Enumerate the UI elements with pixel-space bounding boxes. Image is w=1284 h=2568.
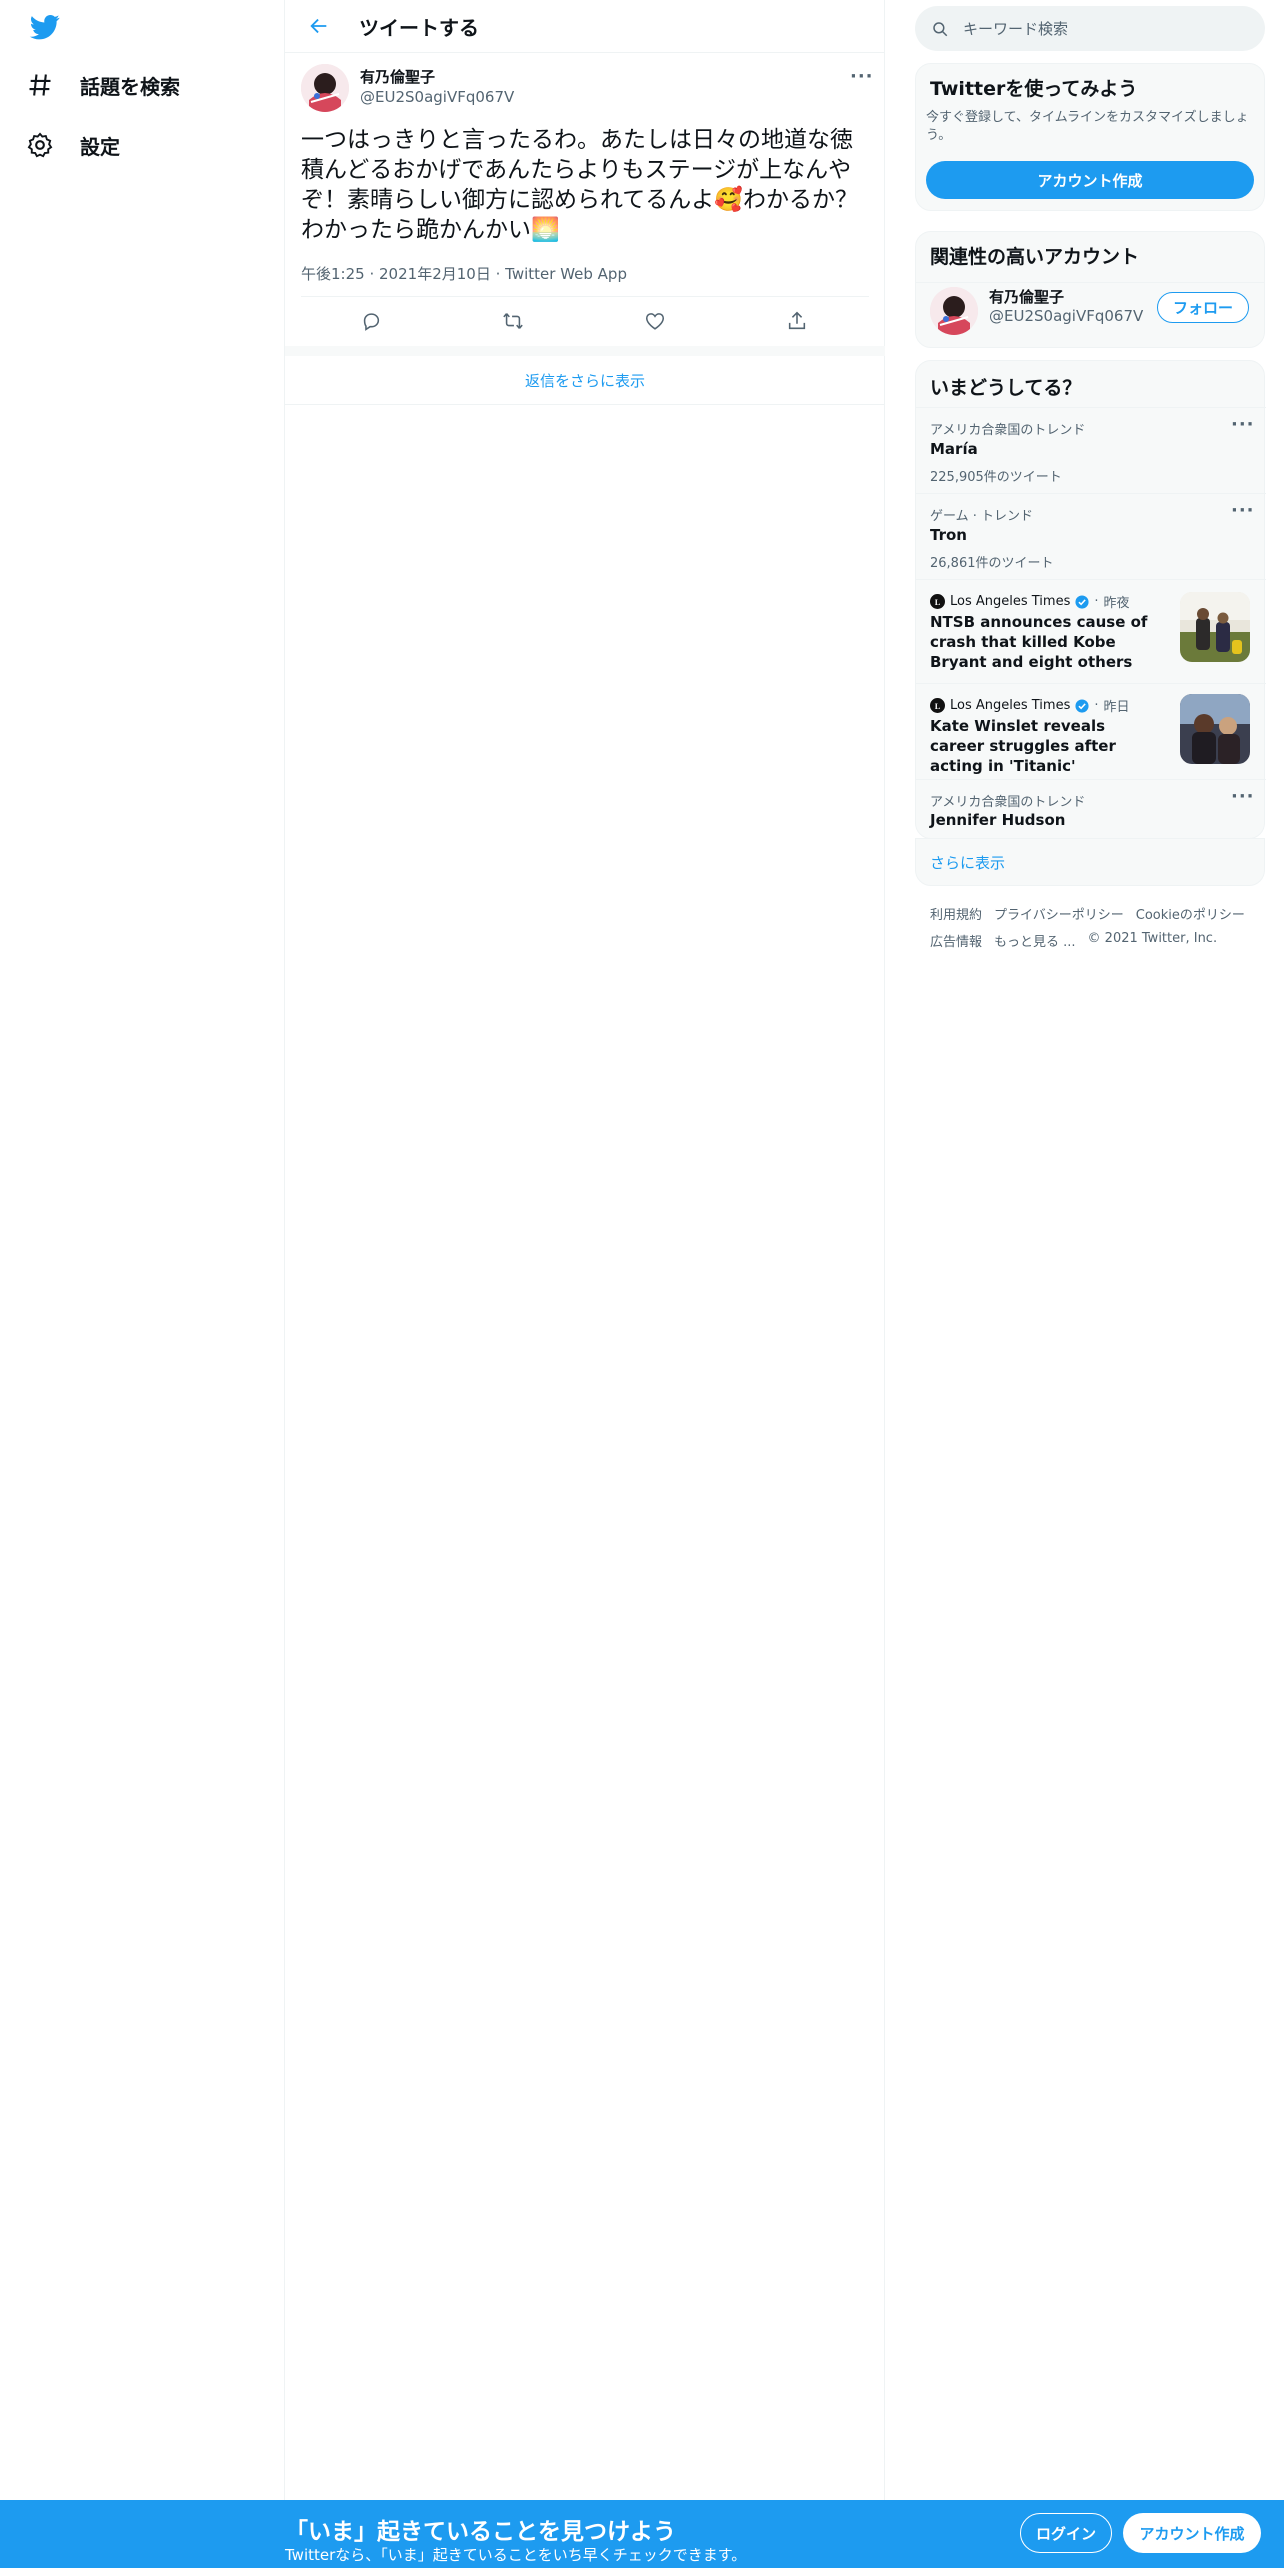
- svg-text:L: L: [935, 597, 941, 607]
- tweet-source[interactable]: Twitter Web App: [505, 265, 627, 283]
- lat-logo-icon: L: [930, 698, 945, 713]
- search-input[interactable]: キーワード検索: [915, 6, 1265, 51]
- avatar[interactable]: [301, 64, 349, 112]
- more-options-icon[interactable]: ···: [1231, 414, 1255, 435]
- tweet-time[interactable]: 午後1:25: [301, 265, 365, 283]
- lat-logo-icon: L: [930, 594, 945, 609]
- tweet-date[interactable]: 2021年2月10日: [379, 265, 491, 283]
- search-placeholder: キーワード検索: [963, 20, 1069, 38]
- follow-button[interactable]: フォロー: [1157, 292, 1249, 323]
- gear-icon: [27, 132, 53, 158]
- signup-card-title: Twitterを使ってみよう: [930, 78, 1138, 100]
- author-handle[interactable]: @EU2S0agiVFq067V: [360, 88, 514, 106]
- nav-explore-label: 話題を検索: [80, 74, 180, 99]
- news-source: Los Angeles Times: [950, 594, 1071, 609]
- reply-button[interactable]: [351, 301, 391, 341]
- trend-name: Jennifer Hudson: [930, 811, 1066, 829]
- retweet-icon: [503, 313, 523, 329]
- reply-icon: [363, 313, 380, 331]
- more-options-icon[interactable]: ···: [1231, 500, 1255, 521]
- nav-settings-label: 設定: [80, 134, 120, 159]
- create-account-button[interactable]: アカウント作成: [926, 161, 1254, 199]
- news-item[interactable]: L Los Angeles Times · 昨夜 NTSB announces …: [916, 579, 1266, 683]
- bottom-signup-bar: 「いま」起きていることを見つけよう Twitterなら、「いま」起きていることを…: [0, 2500, 1284, 2568]
- verified-icon: [1075, 698, 1089, 713]
- trends-title: いまどうしてる？: [930, 377, 1082, 399]
- footer-links: 利用規約 プライバシーポリシー Cookieのポリシー 広告情報 もっと見る .…: [930, 904, 1265, 950]
- trend-item[interactable]: アメリカ合衆国のトレンド María 225,905件のツイート ···: [916, 407, 1266, 493]
- trend-context: アメリカ合衆国のトレンド: [930, 795, 1086, 810]
- more-options-icon[interactable]: ···: [1231, 786, 1255, 807]
- footer-more[interactable]: もっと見る ...: [994, 931, 1076, 950]
- search-icon: [933, 21, 948, 36]
- bottom-bar-title: 「いま」起きていることを見つけよう: [285, 2519, 676, 2545]
- footer-terms[interactable]: 利用規約: [930, 904, 982, 923]
- related-accounts-card: 関連性の高いアカウント 有乃倫聖子 @EU2S0agiVFq067V フォロー: [915, 231, 1265, 348]
- verified-icon: [1075, 594, 1089, 609]
- back-button[interactable]: [301, 8, 337, 44]
- news-thumbnail: [1180, 694, 1250, 764]
- author-name[interactable]: 有乃倫聖子: [360, 66, 435, 87]
- news-source-row: L Los Angeles Times · 昨日: [930, 696, 1130, 715]
- news-item[interactable]: L Los Angeles Times · 昨日 Kate Winslet re…: [916, 683, 1266, 779]
- footer-cookie[interactable]: Cookieのポリシー: [1136, 904, 1245, 923]
- related-avatar[interactable]: [930, 287, 978, 335]
- trend-item[interactable]: ゲーム · トレンド Tron 26,861件のツイート ···: [916, 493, 1266, 579]
- twitter-logo-icon[interactable]: [28, 12, 64, 44]
- bottom-bar-subtitle: Twitterなら、「いま」起きていることをいち早くチェックできます。: [285, 2546, 747, 2564]
- dot-separator: ·: [1094, 594, 1099, 609]
- trend-name: Tron: [930, 526, 967, 544]
- signup-card-subtitle: 今すぐ登録して、タイムラインをカスタマイズしましょう。: [926, 110, 1249, 143]
- main-column: ツイートする 有乃倫聖子 @EU2S0agiVFq067V ··· 一つはっきり…: [285, 0, 885, 2500]
- dot-separator: ·: [1094, 698, 1099, 713]
- login-button[interactable]: ログイン: [1020, 2513, 1112, 2553]
- news-source: Los Angeles Times: [950, 698, 1071, 713]
- signup-button[interactable]: アカウント作成: [1123, 2513, 1261, 2553]
- divider: [301, 296, 869, 297]
- arrow-left-icon: [310, 18, 327, 34]
- news-title: NTSB announces cause of crash that kille…: [930, 613, 1148, 671]
- footer-privacy[interactable]: プライバシーポリシー: [994, 904, 1124, 923]
- page-title: ツイートする: [359, 15, 479, 40]
- left-nav: 話題を検索 設定: [0, 0, 285, 2500]
- show-more-link[interactable]: さらに表示: [930, 852, 1005, 873]
- trends-card: いまどうしてる？ アメリカ合衆国のトレンド María 225,905件のツイー…: [915, 360, 1266, 839]
- news-time: 昨夜: [1103, 596, 1130, 611]
- more-options-icon[interactable]: ···: [850, 66, 874, 87]
- share-icon: [788, 311, 806, 330]
- news-time: 昨日: [1103, 700, 1130, 715]
- nav-explore[interactable]: 話題を検索: [26, 63, 180, 107]
- like-button[interactable]: [635, 301, 675, 341]
- divider: [916, 282, 1264, 283]
- tweet-text: 一つはっきりと言ったるわ。あたしは日々の地道な徳積んどるおかげであんたらよりもス…: [301, 127, 858, 243]
- signup-card: Twitterを使ってみよう 今すぐ登録して、タイムラインをカスタマイズしましょ…: [915, 63, 1265, 211]
- dot-separator: ·: [495, 265, 506, 283]
- trend-count: 26,861件のツイート: [930, 556, 1054, 571]
- trend-count: 225,905件のツイート: [930, 470, 1062, 485]
- page-header: ツイートする: [285, 0, 885, 53]
- svg-text:L: L: [935, 701, 941, 711]
- trend-item[interactable]: アメリカ合衆国のトレンド Jennifer Hudson ···: [916, 779, 1266, 835]
- trend-context: ゲーム · トレンド: [930, 509, 1034, 524]
- share-button[interactable]: [777, 301, 817, 341]
- related-accounts-title: 関連性の高いアカウント: [930, 246, 1140, 268]
- dot-separator: ·: [369, 265, 380, 283]
- heart-icon: [645, 313, 665, 330]
- news-title: Kate Winslet reveals career struggles af…: [930, 717, 1116, 775]
- retweet-button[interactable]: [493, 301, 533, 341]
- section-gap: [285, 346, 885, 356]
- related-handle[interactable]: @EU2S0agiVFq067V: [989, 307, 1143, 325]
- footer-copyright: © 2021 Twitter, Inc.: [1087, 931, 1218, 946]
- tweet-meta: 午後1:25 · 2021年2月10日 · Twitter Web App: [301, 263, 627, 284]
- show-more-replies-link[interactable]: 返信をさらに表示: [285, 356, 885, 405]
- trend-context: アメリカ合衆国のトレンド: [930, 423, 1086, 438]
- nav-settings[interactable]: 設定: [26, 123, 120, 167]
- show-more-trends[interactable]: さらに表示: [915, 838, 1265, 886]
- trend-name: María: [930, 440, 978, 458]
- news-thumbnail: [1180, 592, 1250, 662]
- footer-ads[interactable]: 広告情報: [930, 931, 982, 950]
- news-source-row: L Los Angeles Times · 昨夜: [930, 592, 1130, 611]
- related-name[interactable]: 有乃倫聖子: [989, 286, 1064, 307]
- hashtag-icon: [29, 74, 51, 96]
